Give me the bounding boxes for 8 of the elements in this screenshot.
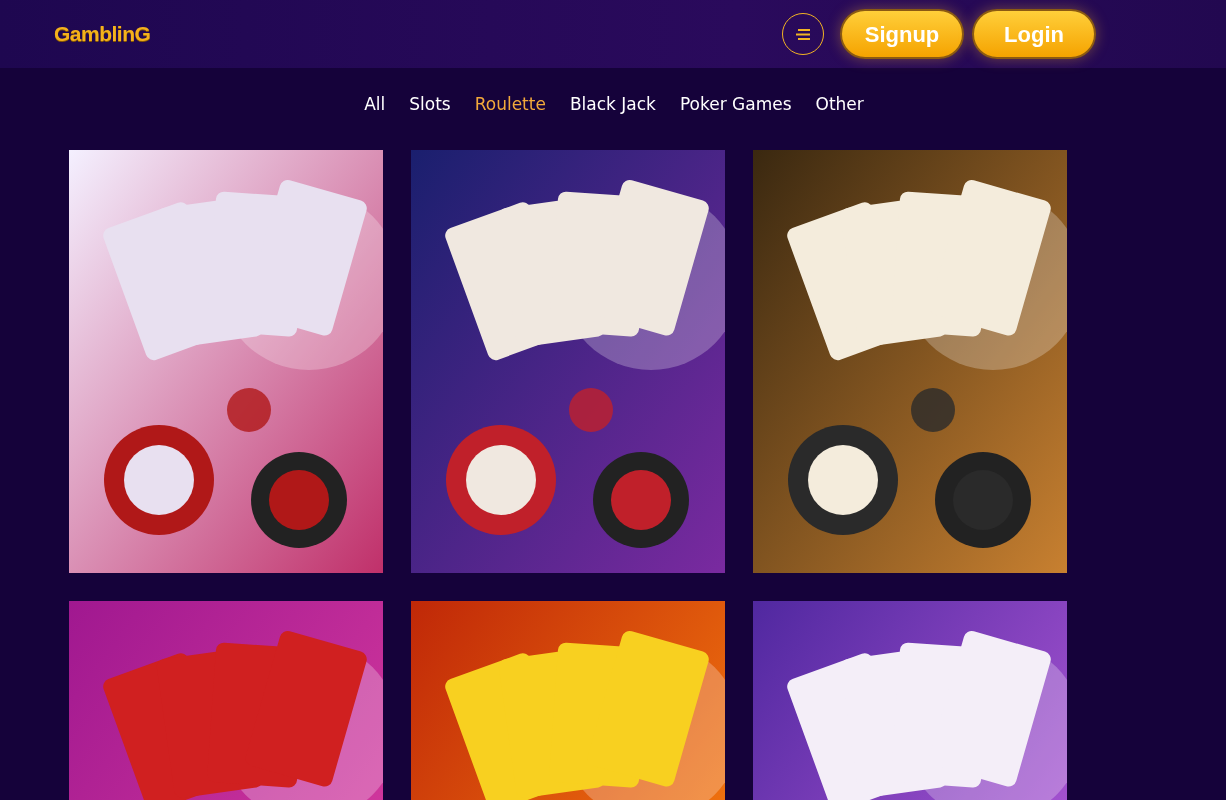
filter-tab[interactable]: Poker Games — [679, 92, 792, 118]
filter-tab[interactable]: All — [364, 92, 386, 118]
filter-tab[interactable]: Roulette — [474, 92, 546, 118]
filter-tab[interactable]: Black Jack — [569, 92, 656, 118]
filter-tab[interactable]: Other — [815, 92, 864, 118]
menu-icon — [796, 28, 810, 40]
filter-tab[interactable]: Slots — [409, 92, 451, 118]
logo[interactable]: GamblinG — [54, 18, 151, 50]
